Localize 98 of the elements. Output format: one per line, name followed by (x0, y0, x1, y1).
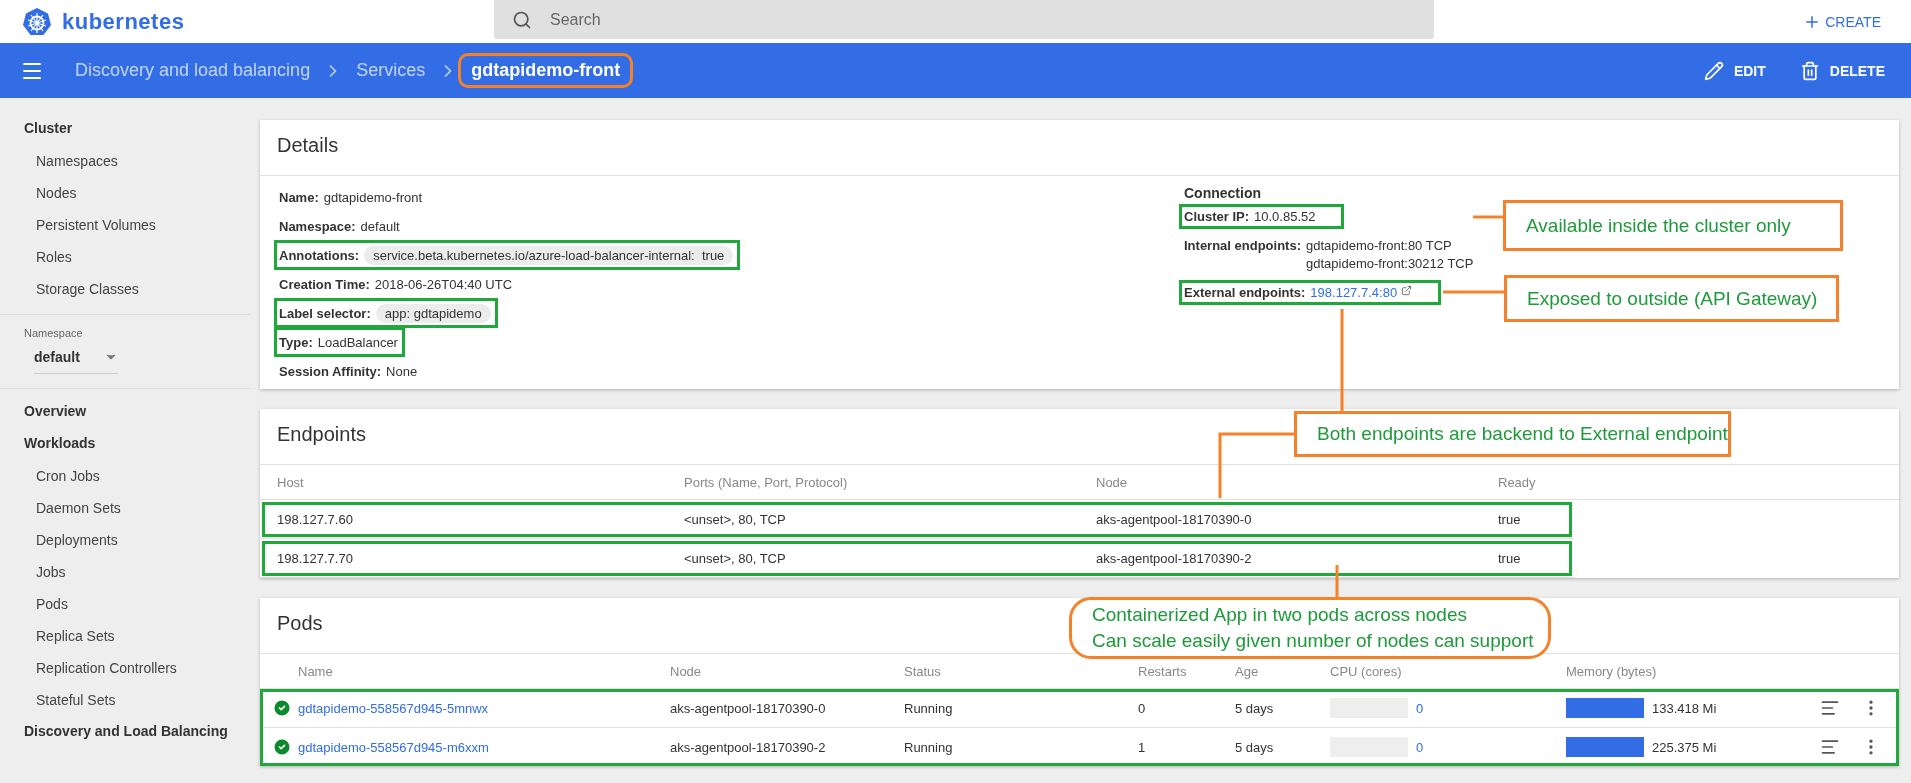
breadcrumb[interactable]: gdtapidemo-front (458, 53, 634, 88)
sidebar-item[interactable]: Replica Sets (0, 625, 250, 657)
table-cell-text: true (1498, 511, 1522, 527)
field-value: default (360, 218, 400, 234)
sidebar-item[interactable]: Storage Classes (0, 278, 250, 310)
sidebar-item[interactable]: Stateful Sets (0, 689, 250, 721)
column-header: Host (277, 474, 305, 490)
field-label: Name: (279, 189, 319, 205)
column-header: Restarts (1138, 663, 1188, 679)
table-cell-text: <unset>, 80, TCP (684, 511, 787, 527)
table-cell-text: aks-agentpool-18170390-0 (670, 700, 827, 716)
table-cell-text: <unset>, 80, TCP (684, 550, 787, 566)
leader-line (1335, 565, 1339, 597)
logs-icon[interactable] (1820, 737, 1840, 757)
endpoint-link[interactable]: 198.127.7.4:80 (1310, 285, 1413, 300)
sidebar-section[interactable]: Overview (24, 401, 87, 433)
sidebar-item[interactable]: Daemon Sets (0, 497, 250, 529)
callout: Exposed to outside (API Gateway) (1504, 275, 1839, 322)
external-link-icon (1401, 285, 1413, 296)
create-button[interactable]: CREATE (1797, 11, 1887, 32)
field-label: Type: (279, 334, 313, 350)
callout: Both endpoints are backend to External endpoint (1294, 411, 1731, 457)
column-header: Ready (1498, 474, 1537, 490)
cpu-reading: 0 (1416, 739, 1424, 755)
check-circle-icon (272, 737, 292, 757)
column-header: Node (1096, 474, 1129, 490)
trash-icon (1799, 60, 1820, 81)
table-cell-text: 5 days (1235, 739, 1275, 755)
table-cell-text: Running (904, 739, 954, 755)
pod-link[interactable]: gdtapidemo-558567d945-5mnwx (298, 700, 670, 716)
field-label: Annotations: (279, 247, 360, 263)
delete-button[interactable]: DELETE (1793, 59, 1891, 82)
column-header: Age (1235, 663, 1260, 679)
sidebar-item[interactable]: Pods (0, 593, 250, 625)
sidebar-item[interactable]: Replication Controllers (0, 657, 250, 689)
sidebar-item[interactable]: Nodes (0, 182, 250, 214)
sidebar-section[interactable]: Discovery and Load Balancing (24, 721, 228, 753)
sidebar-item[interactable]: Cron Jobs (0, 465, 250, 497)
search-field[interactable]: Search (548, 9, 1352, 30)
column-header: Status (904, 663, 942, 679)
table-cell-text: aks-agentpool-18170390-2 (1096, 550, 1253, 566)
logs-icon[interactable] (1820, 698, 1840, 718)
leader-line (1473, 215, 1503, 219)
field-value: gdtapidemo-front (323, 189, 423, 205)
callout: Containerized App in two pods across nodes Can scale easily given number of nodes can support (1069, 597, 1551, 659)
leader-line (1443, 290, 1504, 294)
memory-reading: 225.375 Mi (1652, 739, 1717, 755)
sidebar-section[interactable]: Cluster (24, 118, 73, 150)
column-header: CPU (cores) (1330, 663, 1403, 679)
edit-button[interactable]: EDIT (1697, 59, 1772, 82)
table-cell-text: 1 (1138, 739, 1147, 755)
pencil-icon (1703, 60, 1724, 81)
sidebar-item[interactable]: Roles (0, 246, 250, 278)
table-cell-text: aks-agentpool-18170390-0 (1096, 511, 1253, 527)
field-label: Cluster IP: (1184, 209, 1249, 224)
pod-link[interactable]: gdtapidemo-558567d945-m6xxm (298, 739, 670, 755)
table-cell-text: 5 days (1235, 700, 1275, 716)
field-value: None (386, 363, 418, 379)
table-cell-text: 198.127.7.60 (277, 511, 354, 527)
field-value: gdtapidemo-front:30212 TCP (1306, 256, 1474, 271)
sidebar-item[interactable]: Persistent Volumes (0, 214, 250, 246)
field-value: 10.0.85.52 (1254, 209, 1316, 224)
logo-text: kubernetes (62, 8, 185, 35)
namespace-select[interactable]: default (34, 349, 118, 374)
field-label: Label selector: (279, 305, 371, 321)
sidebar-item[interactable]: Namespaces (0, 150, 250, 182)
field-label: External endpoints: (1184, 285, 1306, 300)
table-cell-text: aks-agentpool-18170390-2 (670, 739, 827, 755)
logo-icon (22, 6, 52, 37)
field-label: Creation Time: (279, 276, 370, 292)
field-label: Namespace: (279, 218, 356, 234)
sidebar-item[interactable]: Jobs (0, 561, 250, 593)
column-header: Ports (Name, Port, Protocol) (684, 474, 849, 490)
table-cell-text: 198.127.7.70 (277, 550, 354, 566)
check-circle-icon (272, 698, 292, 718)
column-header: Node (670, 663, 703, 679)
field-label: Session Affinity: (279, 363, 382, 379)
column-header: Name (298, 663, 334, 679)
label-chip: service.beta.kubernetes.io/azure-load-balancer-internal: true (364, 245, 734, 265)
memory-reading: 133.418 Mi (1652, 700, 1717, 716)
namespace-label: Namespace (23, 327, 84, 339)
callout: Available inside the cluster only (1503, 200, 1843, 251)
field-value: LoadBalancer (317, 334, 398, 350)
search-icon (512, 9, 532, 30)
table-cell-text: Running (904, 700, 954, 716)
cpu-reading: 0 (1416, 700, 1424, 716)
table-cell-text: true (1498, 550, 1522, 566)
field-label: Internal endpoints: (1184, 238, 1301, 255)
sidebar-item[interactable]: Deployments (0, 529, 250, 561)
search-bar[interactable]: Search (494, 0, 1434, 39)
table-cell-text: 0 (1138, 700, 1147, 716)
field-value: 2018-06-26T04:40 UTC (374, 276, 513, 292)
field-value: gdtapidemo-front:80 TCP (1306, 238, 1453, 253)
sidebar-section[interactable]: Workloads (24, 433, 96, 465)
card-title: Details (260, 120, 1899, 176)
column-header: Memory (bytes) (1566, 663, 1658, 679)
section-title: Connection (1184, 185, 1262, 201)
label-chip: app: gdtapidemo (375, 303, 491, 323)
